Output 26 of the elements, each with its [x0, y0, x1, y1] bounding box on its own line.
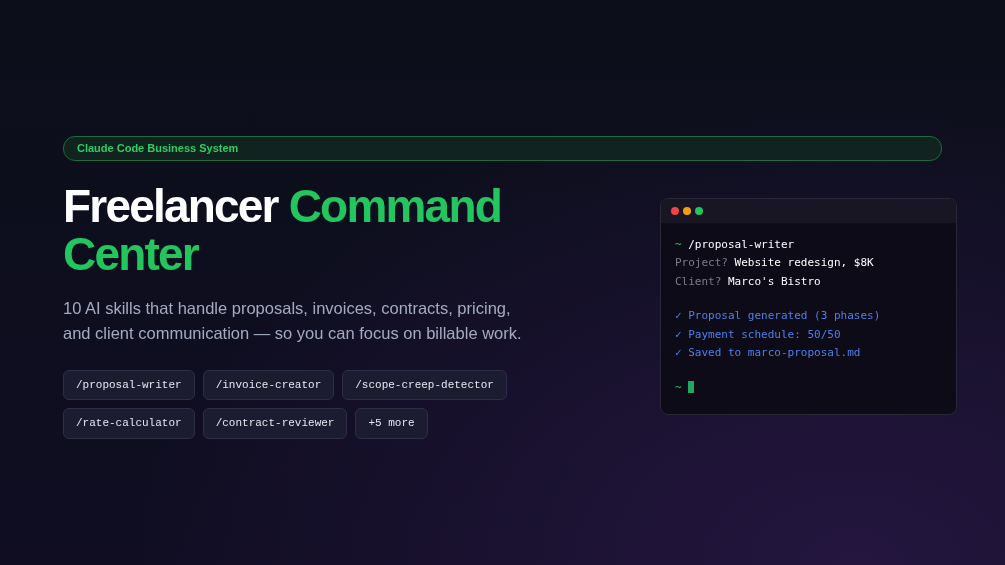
skill-tag: /proposal-writer	[63, 369, 195, 400]
page-title: Freelancer Command Center	[63, 181, 502, 278]
text-cursor	[688, 380, 695, 393]
prompt-label: Project?	[675, 256, 728, 269]
skill-tag: /contract-reviewer	[202, 408, 348, 439]
prompt-symbol: ~	[675, 237, 682, 251]
output-line: Proposal generated (3 phases)	[688, 309, 881, 322]
check-mark: ✓	[675, 346, 682, 359]
window-dot[interactable]	[683, 206, 691, 215]
window-dot[interactable]	[671, 206, 679, 215]
check-mark: ✓	[675, 309, 682, 322]
answer-text: Website redesign, $8K	[734, 256, 874, 269]
window-dot[interactable]	[695, 206, 703, 215]
description: 10 AI skills that handle proposals, invoices, contracts, pricing, and client communication — so you can focus on billable work.	[63, 297, 523, 344]
output-line: Payment schedule: 50/50	[688, 327, 841, 341]
prompt-label: Client?	[675, 274, 722, 288]
answer-text: Marco's Bistro	[728, 274, 821, 288]
check-mark: ✓	[675, 327, 682, 341]
output-line: Saved to marco-proposal.md	[688, 346, 861, 359]
prompt-symbol: ~	[675, 380, 682, 394]
skill-tag: /rate-calculator	[63, 408, 195, 439]
command-text: /proposal-writer	[688, 237, 795, 251]
skill-tag: /invoice-creator	[202, 369, 335, 400]
skill-tag: +5 more	[355, 408, 428, 439]
badge-label: Claude Code Business System	[77, 141, 239, 156]
skill-tag: /scope-creep-detector	[342, 369, 507, 400]
